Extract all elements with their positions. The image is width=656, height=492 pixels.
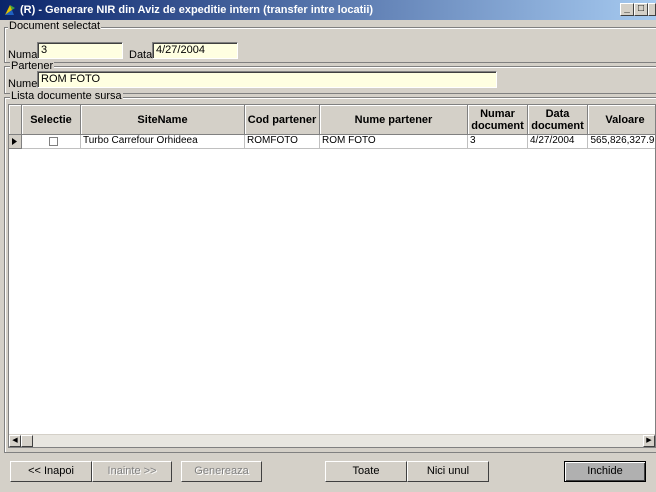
table-cell-numar-document: 3 xyxy=(468,135,528,149)
column-header-numar-document[interactable]: Numar document xyxy=(468,105,528,135)
maximize-icon: □ xyxy=(637,3,645,14)
minimize-button[interactable]: _ xyxy=(620,3,634,16)
window-title: (R) - Generare NIR din Aviz de expeditie… xyxy=(20,4,374,16)
close-button[interactable]: Inchide xyxy=(564,461,646,482)
app-icon xyxy=(5,5,15,15)
data-field[interactable]: 4/27/2004 xyxy=(152,42,238,59)
column-header-data-document[interactable]: Data document xyxy=(528,105,588,135)
table-cell-cod-partener: ROMFOTO xyxy=(245,135,320,149)
table-cell-data-document: 4/27/2004 xyxy=(528,135,588,149)
column-header-sitename[interactable]: SiteName xyxy=(81,105,245,135)
list-group-label: Lista documente sursa xyxy=(10,90,123,102)
current-row-arrow-icon xyxy=(12,138,17,145)
generate-button[interactable]: Genereaza xyxy=(181,461,262,482)
table-cell-nume-partener: ROM FOTO xyxy=(320,135,468,149)
nume-label: Nume xyxy=(8,78,38,90)
table-cell-sitename: Turbo Carrefour Orhideea xyxy=(81,135,245,149)
data-label: Data xyxy=(129,49,153,61)
table-cell-valoare: 565,826,327.91 xyxy=(588,135,655,149)
maximize-button[interactable]: □ xyxy=(634,3,648,16)
numar-field[interactable]: 3 xyxy=(37,42,123,59)
scroll-left-button[interactable]: ◀ xyxy=(9,435,21,447)
column-header-valoare[interactable]: Valoare xyxy=(588,105,655,135)
arrow-left-icon: ◀ xyxy=(12,437,18,444)
row-select-checkbox[interactable] xyxy=(49,137,58,146)
close-window-button[interactable] xyxy=(648,3,656,16)
title-bar: (R) - Generare NIR din Aviz de expeditie… xyxy=(0,0,656,20)
source-documents-grid: Selectie SiteName Cod partener Nume part… xyxy=(8,104,656,448)
column-header-selectie[interactable]: Selectie xyxy=(22,105,81,135)
column-header-cod-partener[interactable]: Cod partener xyxy=(245,105,320,135)
arrow-right-icon: ▶ xyxy=(646,437,652,444)
row-indicator[interactable] xyxy=(9,135,22,149)
scroll-right-button[interactable]: ▶ xyxy=(643,435,655,447)
scroll-thumb[interactable] xyxy=(21,435,33,447)
column-header-nume-partener[interactable]: Nume partener xyxy=(320,105,468,135)
back-button[interactable]: << Inapoi xyxy=(10,461,92,482)
select-none-button[interactable]: Nici unul xyxy=(407,461,489,482)
select-all-button[interactable]: Toate xyxy=(325,461,407,482)
nume-field[interactable]: ROM FOTO xyxy=(37,71,497,88)
document-group-label: Document selectat xyxy=(8,20,102,32)
horizontal-scrollbar[interactable]: ◀ ▶ xyxy=(9,434,655,447)
next-button[interactable]: Inainte >> xyxy=(92,461,172,482)
table-cell-selectie xyxy=(22,135,81,149)
minimize-icon: _ xyxy=(624,3,630,14)
row-header-corner xyxy=(9,105,22,135)
